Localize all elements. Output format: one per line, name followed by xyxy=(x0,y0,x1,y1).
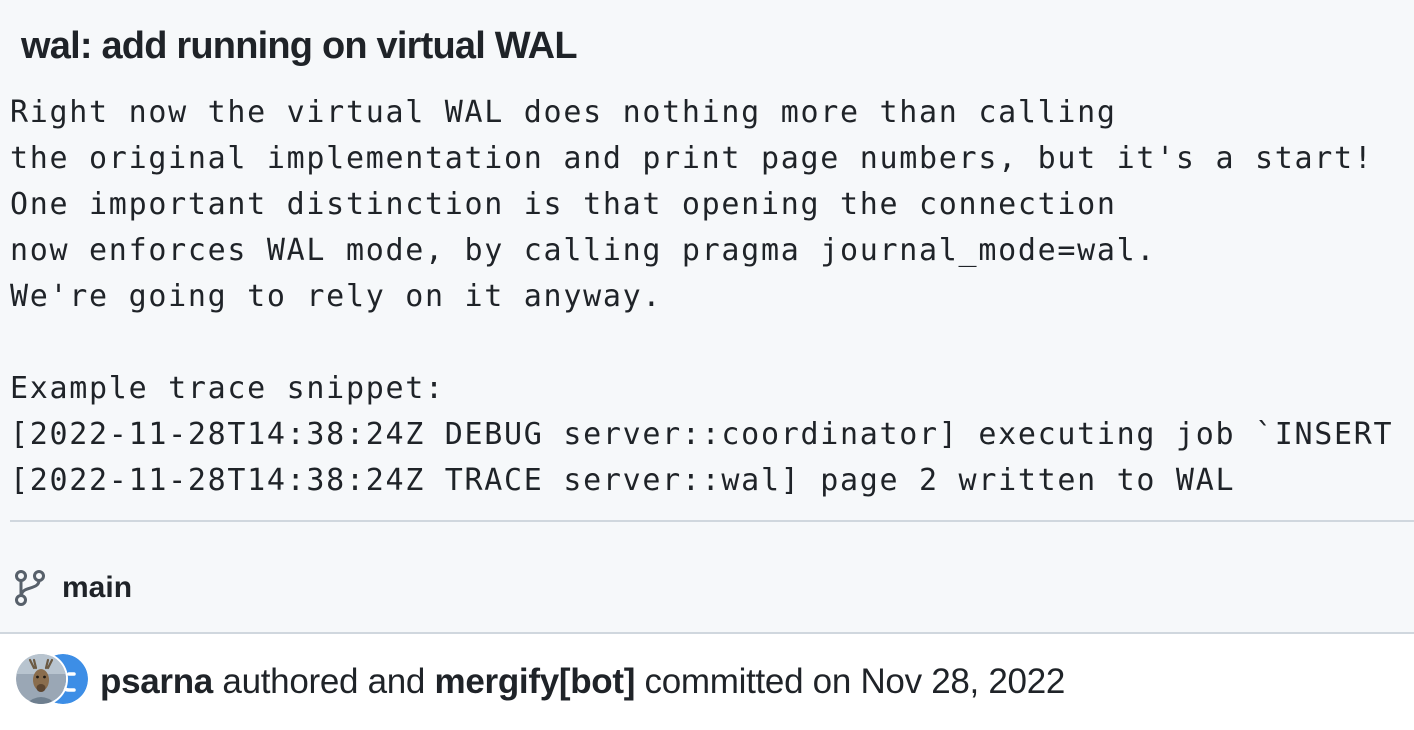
description-line: the original implementation and print pa… xyxy=(10,141,1374,176)
avatar-stack xyxy=(16,654,88,706)
trace-line: [2022-11-28T14:38:24Z TRACE server::wal]… xyxy=(10,463,1236,498)
git-branch-icon xyxy=(15,570,45,606)
branch-name[interactable]: main xyxy=(62,571,132,605)
description-line: Example trace snippet: xyxy=(10,371,445,406)
description-blank-line xyxy=(10,320,1414,366)
branch-row: main xyxy=(12,566,132,610)
description-line: One important distinction is that openin… xyxy=(10,187,1117,222)
description-line: We're going to rely on it anyway. xyxy=(10,279,663,314)
psarna-avatar[interactable] xyxy=(16,654,66,704)
trace-line: [2022-11-28T14:38:24Z DEBUG server::coor… xyxy=(10,417,1394,452)
commit-header: wal: add running on virtual WAL Right no… xyxy=(0,0,1414,632)
commit-title: wal: add running on virtual WAL xyxy=(21,25,578,67)
commit-date[interactable]: Nov 28, 2022 xyxy=(860,662,1065,701)
description-line: Right now the virtual WAL does nothing m… xyxy=(10,95,1117,130)
committer-link[interactable]: mergify[bot] xyxy=(435,662,636,701)
commit-author-bar: psarna authored and mergify[bot] committ… xyxy=(0,632,1414,730)
commit-attribution: psarna authored and mergify[bot] committ… xyxy=(100,661,1065,703)
description-line: now enforces WAL mode, by calling pragma… xyxy=(10,233,1157,268)
authored-text: authored and xyxy=(212,662,435,701)
committed-text: committed on xyxy=(635,662,861,701)
author-link[interactable]: psarna xyxy=(100,662,213,701)
description-divider xyxy=(10,520,1414,522)
commit-description: Right now the virtual WAL does nothing m… xyxy=(10,90,1414,504)
